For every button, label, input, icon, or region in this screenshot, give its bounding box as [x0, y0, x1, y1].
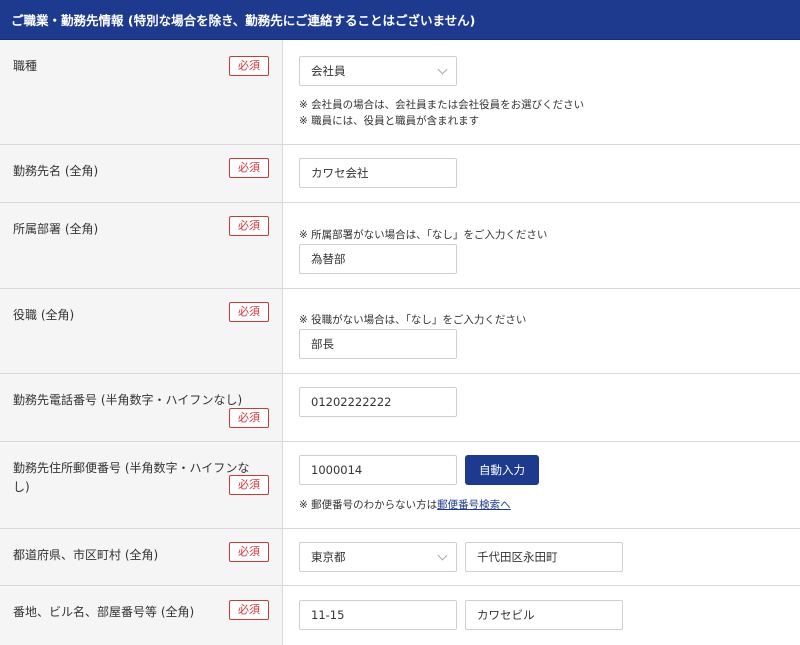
required-badge: 必須 — [229, 408, 269, 428]
occupation-label: 職種 — [13, 59, 38, 73]
occupation-note-2: ※ 職員には、役員と職員が含まれます — [299, 115, 480, 127]
postal-code-input[interactable]: 1000014 — [299, 455, 457, 485]
address-input-cell: 11-15 カワセビル — [283, 586, 800, 645]
department-label: 所属部署 (全角) — [13, 222, 99, 236]
company-name-input[interactable]: カワセ会社 — [299, 158, 457, 188]
required-badge: 必須 — [229, 216, 269, 236]
occupation-select-value: 会社員 — [311, 64, 346, 78]
occupation-label-cell: 職種 必須 — [0, 40, 283, 144]
occupation-select[interactable]: 会社員 — [299, 56, 457, 86]
company-row: 勤務先名 (全角) 必須 カワセ会社 — [0, 145, 800, 203]
occupation-note-1: ※ 会社員の場合は、会社員または会社役員をお選びください — [299, 99, 585, 111]
required-badge: 必須 — [229, 600, 269, 620]
address-label-cell: 番地、ビル名、部屋番号等 (全角) 必須 — [0, 586, 283, 645]
required-badge: 必須 — [229, 302, 269, 322]
section-header: ご職業・勤務先情報 (特別な場合を除き、勤務先にご連絡することはございません) — [0, 0, 800, 40]
department-input[interactable]: 為替部 — [299, 244, 457, 274]
prefecture-select-value: 東京都 — [311, 550, 346, 564]
position-input-cell: ※ 役職がない場合は、「なし」をご入力ください 部長 — [283, 289, 800, 373]
department-label-cell: 所属部署 (全角) 必須 — [0, 203, 283, 288]
company-label: 勤務先名 (全角) — [13, 164, 99, 178]
required-badge: 必須 — [229, 56, 269, 76]
city-input[interactable]: 千代田区永田町 — [465, 542, 623, 572]
address-label: 番地、ビル名、部屋番号等 (全角) — [13, 605, 195, 619]
postal-label-cell: 勤務先住所郵便番号 (半角数字・ハイフンなし) 必須 — [0, 442, 283, 528]
position-label-cell: 役職 (全角) 必須 — [0, 289, 283, 373]
chevron-down-icon — [437, 64, 448, 75]
postal-label: 勤務先住所郵便番号 (半角数字・ハイフンなし) — [13, 461, 250, 494]
required-badge: 必須 — [229, 475, 269, 495]
department-row: 所属部署 (全角) 必須 ※ 所属部署がない場合は、「なし」をご入力ください 為… — [0, 203, 800, 289]
occupation-input-cell: 会社員 ※ 会社員の場合は、会社員または会社役員をお選びください ※ 職員には、… — [283, 40, 800, 144]
section-title: ご職業・勤務先情報 (特別な場合を除き、勤務先にご連絡することはございません) — [11, 13, 476, 28]
address-row: 番地、ビル名、部屋番号等 (全角) 必須 11-15 カワセビル — [0, 586, 800, 645]
department-input-cell: ※ 所属部署がない場合は、「なし」をご入力ください 為替部 — [283, 203, 800, 288]
phone-input-cell: 01202222222 — [283, 374, 800, 441]
postal-row: 勤務先住所郵便番号 (半角数字・ハイフンなし) 必須 1000014 自動入力 … — [0, 442, 800, 529]
postal-note: ※ 郵便番号のわからない方は郵便番号検索へ — [299, 498, 511, 512]
chevron-down-icon — [437, 550, 448, 561]
position-label: 役職 (全角) — [13, 308, 75, 322]
street-input[interactable]: 11-15 — [299, 600, 457, 630]
phone-label-cell: 勤務先電話番号 (半角数字・ハイフンなし) 必須 — [0, 374, 283, 441]
position-input[interactable]: 部長 — [299, 329, 457, 359]
company-input-cell: カワセ会社 — [283, 145, 800, 202]
position-note: ※ 役職がない場合は、「なし」をご入力ください — [299, 314, 527, 326]
postal-input-cell: 1000014 自動入力 ※ 郵便番号のわからない方は郵便番号検索へ — [283, 442, 800, 528]
phone-label: 勤務先電話番号 (半角数字・ハイフンなし) — [13, 393, 243, 407]
required-badge: 必須 — [229, 542, 269, 562]
prefecture-city-label: 都道府県、市区町村 (全角) — [13, 548, 159, 562]
prefecture-select[interactable]: 東京都 — [299, 542, 457, 572]
employment-form: 職種 必須 会社員 ※ 会社員の場合は、会社員または会社役員をお選びください ※… — [0, 40, 800, 645]
required-badge: 必須 — [229, 158, 269, 178]
company-label-cell: 勤務先名 (全角) 必須 — [0, 145, 283, 202]
building-input[interactable]: カワセビル — [465, 600, 623, 630]
department-note: ※ 所属部署がない場合は、「なし」をご入力ください — [299, 229, 548, 241]
prefecture-city-input-cell: 東京都 千代田区永田町 — [283, 529, 800, 585]
prefecture-city-label-cell: 都道府県、市区町村 (全角) 必須 — [0, 529, 283, 585]
postal-search-link[interactable]: 郵便番号検索へ — [437, 499, 511, 511]
postal-note-text: ※ 郵便番号のわからない方は — [299, 499, 438, 511]
prefecture-city-row: 都道府県、市区町村 (全角) 必須 東京都 千代田区永田町 — [0, 529, 800, 586]
auto-fill-button[interactable]: 自動入力 — [465, 455, 539, 485]
phone-input[interactable]: 01202222222 — [299, 387, 457, 417]
position-row: 役職 (全角) 必須 ※ 役職がない場合は、「なし」をご入力ください 部長 — [0, 289, 800, 374]
occupation-row: 職種 必須 会社員 ※ 会社員の場合は、会社員または会社役員をお選びください ※… — [0, 40, 800, 145]
phone-row: 勤務先電話番号 (半角数字・ハイフンなし) 必須 01202222222 — [0, 374, 800, 442]
